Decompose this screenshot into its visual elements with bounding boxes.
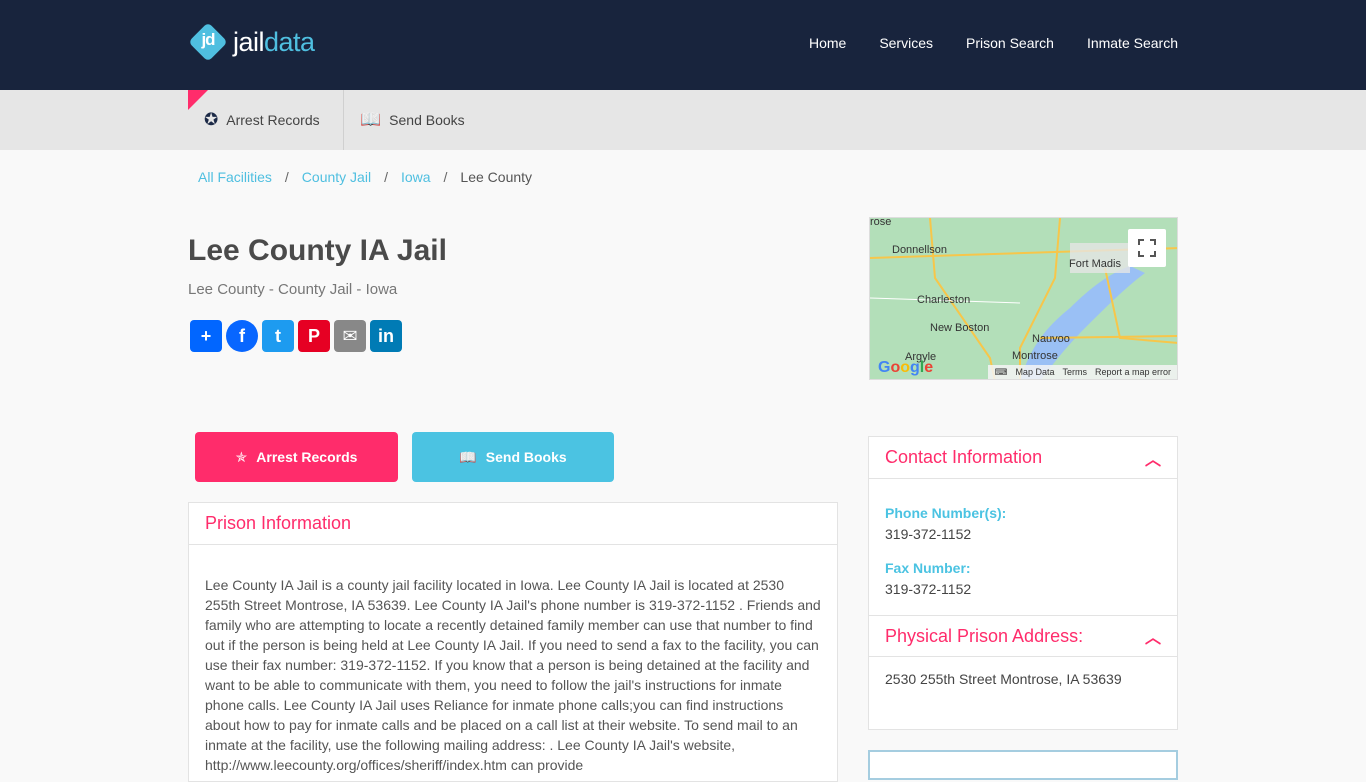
sidebar-box	[868, 750, 1178, 780]
nav-services[interactable]: Services	[879, 35, 933, 51]
map-label: rose	[870, 217, 892, 228]
physical-address-value: 2530 255th Street Montrose, IA 53639	[885, 671, 1122, 687]
google-logo: Google	[878, 359, 934, 376]
map-label: Fort Madis	[1069, 258, 1121, 270]
logo-mark-icon: jd	[188, 22, 228, 62]
share-buttons: + f t P ✉ in	[190, 320, 402, 352]
map-fullscreen-button[interactable]	[1128, 229, 1166, 267]
breadcrumb-iowa[interactable]: Iowa	[401, 169, 431, 185]
star-icon: ✯	[235, 448, 248, 465]
breadcrumb-county-jail[interactable]: County Jail	[302, 169, 371, 185]
keyboard-icon[interactable]: ⌨	[994, 367, 1007, 378]
arrest-records-button[interactable]: ✯ Arrest Records	[195, 432, 398, 482]
phone-value: 319-372-1152	[885, 526, 972, 542]
linkedin-icon[interactable]: in	[370, 320, 402, 352]
fax-label: Fax Number:	[885, 560, 971, 576]
map-report-error-link[interactable]: Report a map error	[1095, 367, 1171, 377]
prison-information-card: Prison Information Lee County IA Jail is…	[188, 502, 838, 782]
fullscreen-icon	[1138, 239, 1156, 257]
contact-information-header[interactable]: Contact Information ︿	[869, 437, 1177, 479]
jaildata-logo[interactable]: jd jaildata	[188, 22, 315, 62]
nav-prison-search[interactable]: Prison Search	[966, 35, 1054, 51]
contact-information-card: Contact Information ︿ Phone Number(s): 3…	[868, 436, 1178, 730]
main-nav: Home Services Prison Search Inmate Searc…	[809, 35, 1178, 51]
map-label: Charleston	[917, 294, 971, 306]
location-map[interactable]: rose Donnellson Fort Madis Charleston Ne…	[869, 217, 1178, 380]
book-icon: 📖	[459, 448, 477, 465]
send-books-button[interactable]: 📖 Send Books	[412, 432, 614, 482]
twitter-icon[interactable]: t	[262, 320, 294, 352]
facebook-icon[interactable]: f	[226, 320, 258, 352]
map-label: Donnellson	[892, 244, 948, 256]
subnav-arrest-records[interactable]: ✪ Arrest Records	[204, 90, 320, 150]
map-data-link[interactable]: Map Data	[1015, 367, 1054, 377]
page-title: Lee County IA Jail	[188, 234, 447, 267]
breadcrumb: All Facilities / County Jail / Iowa / Le…	[198, 169, 533, 185]
chevron-up-icon[interactable]: ︿	[1145, 624, 1161, 648]
page-subtitle: Lee County - County Jail - Iowa	[188, 281, 398, 298]
chevron-up-icon[interactable]: ︿	[1145, 446, 1161, 470]
star-icon: ✪	[204, 110, 219, 129]
nav-home[interactable]: Home	[809, 35, 846, 51]
prison-information-text: Lee County IA Jail is a county jail faci…	[205, 577, 821, 773]
map-label: Nauvoo	[1032, 333, 1070, 345]
prison-information-heading: Prison Information	[189, 503, 837, 545]
phone-label: Phone Number(s):	[885, 505, 1007, 521]
fax-value: 319-372-1152	[885, 581, 972, 597]
share-plus-icon[interactable]: +	[190, 320, 222, 352]
logo-text: jaildata	[233, 26, 315, 57]
pinterest-icon[interactable]: P	[298, 320, 330, 352]
map-label: New Boston	[930, 322, 990, 334]
subnav-divider	[343, 90, 344, 150]
nav-inmate-search[interactable]: Inmate Search	[1087, 35, 1178, 51]
map-label: Montrose	[1012, 350, 1058, 362]
map-terms-link[interactable]: Terms	[1062, 367, 1087, 377]
map-footer: ⌨ Map Data Terms Report a map error	[988, 365, 1177, 379]
secondary-nav: ✪ Arrest Records 📖 Send Books	[0, 90, 1366, 150]
breadcrumb-current: Lee County	[460, 169, 533, 185]
top-navbar: jd jaildata Home Services Prison Search …	[0, 0, 1366, 90]
breadcrumb-all-facilities[interactable]: All Facilities	[198, 169, 272, 185]
physical-address-header[interactable]: Physical Prison Address: ︿	[869, 615, 1177, 657]
book-icon: 📖	[360, 110, 382, 129]
subnav-send-books[interactable]: 📖 Send Books	[360, 90, 465, 150]
email-icon[interactable]: ✉	[334, 320, 366, 352]
